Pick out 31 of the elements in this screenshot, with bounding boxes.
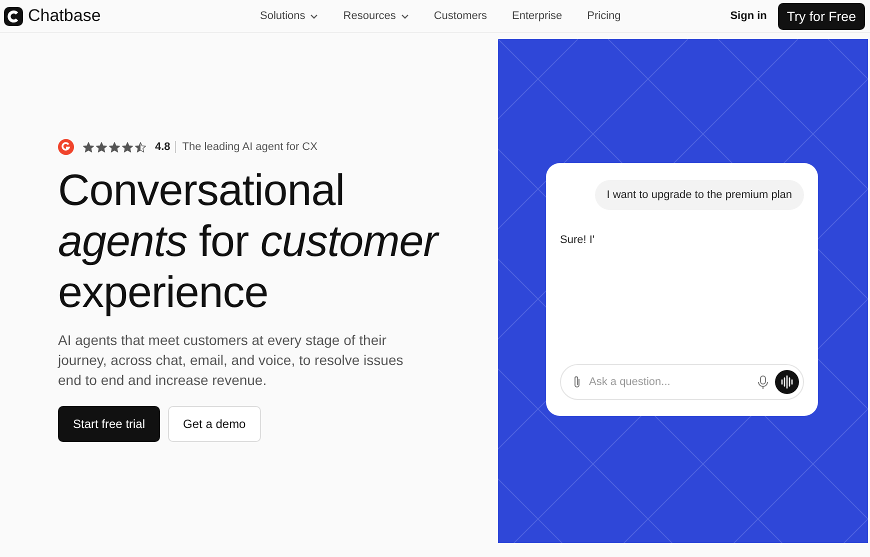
chat-input-bar[interactable]: Ask a question... [560,364,804,400]
sign-in-link[interactable]: Sign in [730,10,767,22]
start-trial-button[interactable]: Start free trial [58,406,160,442]
agent-message: Sure! I' [560,234,595,246]
headline-line: Conversational [58,165,346,216]
nav-link[interactable]: Solutions [260,10,318,22]
hero-subtitle: AI agents that meet customers at every stage of their journey, across chat, email, and voice, to resolve issues end to end and increase revenue. [58,331,404,390]
star-icon [109,142,120,152]
microphone-icon[interactable] [757,374,769,390]
nav-link[interactable]: Customers [434,10,488,22]
rating-tagline: The leading AI agent for CX [182,141,318,153]
logo-icon [4,6,23,26]
caret-icon [310,14,318,18]
logo-text: Chatbase [28,6,101,26]
star-icon [122,142,133,152]
headline-line: agents for customer [58,216,440,267]
demo-button[interactable]: Get a demo [168,406,261,442]
nav-link[interactable]: Enterprise [512,10,562,22]
nav-link[interactable]: Resources [343,10,409,22]
paperclip-icon[interactable] [573,375,581,389]
star-icon [96,142,107,152]
star-icon [83,142,94,152]
g2-logo-icon [58,139,74,155]
voice-button-icon[interactable] [775,370,799,394]
caret-icon [400,14,409,18]
star-icon [135,142,146,152]
user-message: I want to upgrade to the premium plan [594,180,804,210]
try-for-free-button[interactable]: Try for Free [778,2,865,30]
headline-line: experience [58,267,270,318]
rating-score: 4.8 [155,141,176,153]
nav-link[interactable]: Pricing [587,10,621,22]
